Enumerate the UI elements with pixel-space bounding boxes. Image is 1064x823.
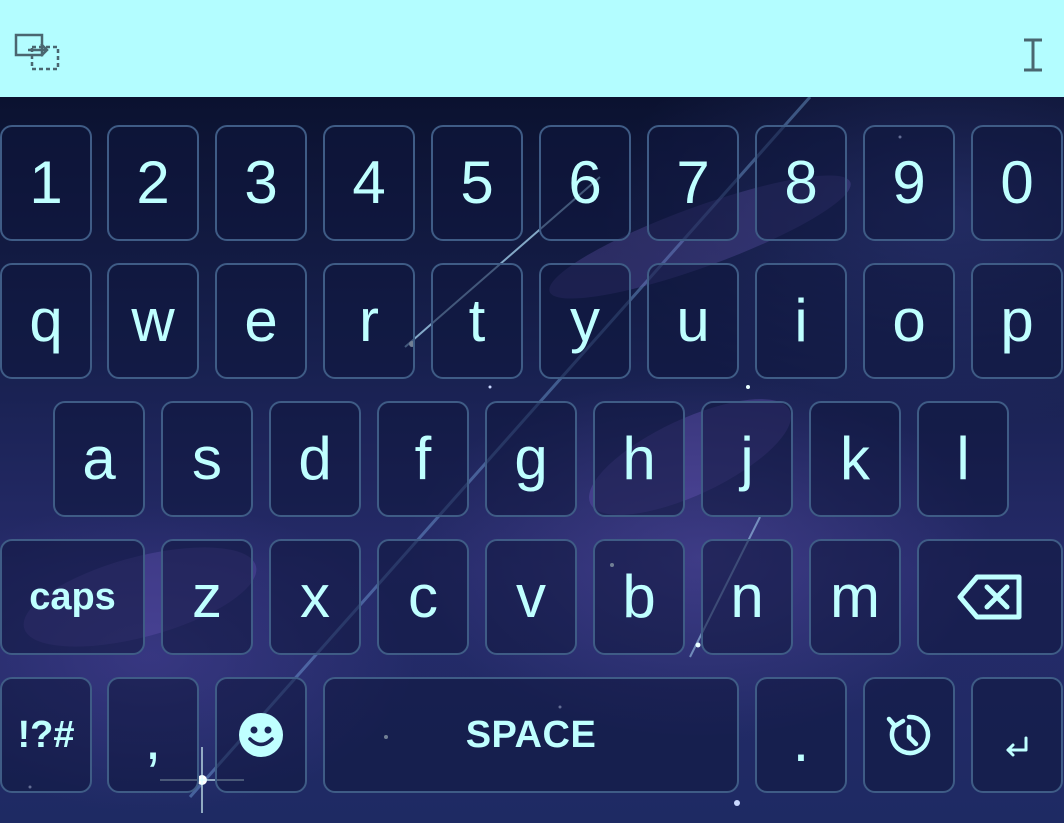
- period-key[interactable]: .: [755, 677, 847, 793]
- key-x[interactable]: x: [269, 539, 361, 655]
- key-label: o: [892, 287, 926, 354]
- comma-key[interactable]: ,: [107, 677, 199, 793]
- key-t[interactable]: t: [431, 263, 523, 379]
- key-2[interactable]: 2: [107, 125, 199, 241]
- key-label: d: [298, 425, 332, 492]
- key-label: 5: [460, 149, 494, 216]
- key-b[interactable]: b: [593, 539, 685, 655]
- key-q[interactable]: q: [0, 263, 92, 379]
- key-label: m: [830, 563, 880, 630]
- key-z[interactable]: z: [161, 539, 253, 655]
- key-label: f: [414, 425, 432, 492]
- key-0[interactable]: 0: [971, 125, 1063, 241]
- text-cursor-icon[interactable]: [1020, 37, 1046, 73]
- key-label: t: [468, 287, 486, 354]
- key-i[interactable]: i: [755, 263, 847, 379]
- symbols-label: !?#: [17, 714, 75, 756]
- key-5[interactable]: 5: [431, 125, 523, 241]
- key-label: z: [192, 563, 222, 630]
- key-label: u: [676, 287, 710, 354]
- key-label: a: [82, 425, 116, 492]
- key-e[interactable]: e: [215, 263, 307, 379]
- key-m[interactable]: m: [809, 539, 901, 655]
- key-label: e: [244, 287, 278, 354]
- key-p[interactable]: p: [971, 263, 1063, 379]
- key-l[interactable]: l: [917, 401, 1009, 517]
- key-label: v: [516, 563, 546, 630]
- key-label: g: [514, 425, 548, 492]
- key-label: x: [300, 563, 330, 630]
- caps-key[interactable]: caps: [0, 539, 145, 655]
- key-label: b: [622, 563, 656, 630]
- key-label: p: [1000, 287, 1034, 354]
- key-w[interactable]: w: [107, 263, 199, 379]
- key-h[interactable]: h: [593, 401, 685, 517]
- keyboard-toolbar: [0, 0, 1064, 97]
- key-6[interactable]: 6: [539, 125, 631, 241]
- key-s[interactable]: s: [161, 401, 253, 517]
- history-key[interactable]: [863, 677, 955, 793]
- key-n[interactable]: n: [701, 539, 793, 655]
- key-9[interactable]: 9: [863, 125, 955, 241]
- comma-label: ,: [144, 705, 162, 772]
- key-label: 3: [244, 149, 278, 216]
- key-label: h: [622, 425, 656, 492]
- smiley-icon: [238, 712, 284, 758]
- key-8[interactable]: 8: [755, 125, 847, 241]
- space-key[interactable]: SPACE: [323, 677, 739, 793]
- key-label: 8: [784, 149, 818, 216]
- key-4[interactable]: 4: [323, 125, 415, 241]
- key-g[interactable]: g: [485, 401, 577, 517]
- enter-arrow-icon: [1004, 736, 1030, 758]
- emoji-key[interactable]: [215, 677, 307, 793]
- key-f[interactable]: f: [377, 401, 469, 517]
- key-label: 6: [568, 149, 602, 216]
- key-u[interactable]: u: [647, 263, 739, 379]
- backspace-icon: [957, 574, 1023, 620]
- space-label: SPACE: [465, 714, 597, 756]
- key-v[interactable]: v: [485, 539, 577, 655]
- key-label: i: [794, 287, 808, 354]
- key-label: r: [359, 287, 379, 354]
- key-label: 7: [676, 149, 710, 216]
- key-label: 2: [136, 149, 170, 216]
- key-label: 1: [29, 149, 63, 216]
- key-label: c: [408, 563, 438, 630]
- key-label: 0: [1000, 149, 1034, 216]
- key-j[interactable]: j: [701, 401, 793, 517]
- key-y[interactable]: y: [539, 263, 631, 379]
- clock-rotate-icon: [885, 711, 933, 759]
- key-label: 4: [352, 149, 386, 216]
- symbols-key[interactable]: !?#: [0, 677, 92, 793]
- key-label: s: [192, 425, 222, 492]
- key-label: q: [29, 287, 63, 354]
- keyboard: 1 2 3 4 5 6 7 8 9 0 q w e r t y u i o p …: [0, 97, 1064, 823]
- key-c[interactable]: c: [377, 539, 469, 655]
- key-label: j: [740, 425, 754, 492]
- caps-label: caps: [29, 576, 116, 618]
- key-label: n: [730, 563, 764, 630]
- key-d[interactable]: d: [269, 401, 361, 517]
- enter-key[interactable]: [971, 677, 1063, 793]
- key-o[interactable]: o: [863, 263, 955, 379]
- key-k[interactable]: k: [809, 401, 901, 517]
- key-label: l: [956, 425, 970, 492]
- key-label: w: [131, 287, 175, 354]
- key-label: y: [570, 287, 600, 354]
- move-selection-icon[interactable]: [14, 33, 60, 71]
- key-3[interactable]: 3: [215, 125, 307, 241]
- key-1[interactable]: 1: [0, 125, 92, 241]
- key-a[interactable]: a: [53, 401, 145, 517]
- period-label: .: [792, 707, 810, 774]
- key-r[interactable]: r: [323, 263, 415, 379]
- key-label: 9: [892, 149, 926, 216]
- backspace-key[interactable]: [917, 539, 1063, 655]
- key-label: k: [840, 425, 870, 492]
- key-7[interactable]: 7: [647, 125, 739, 241]
